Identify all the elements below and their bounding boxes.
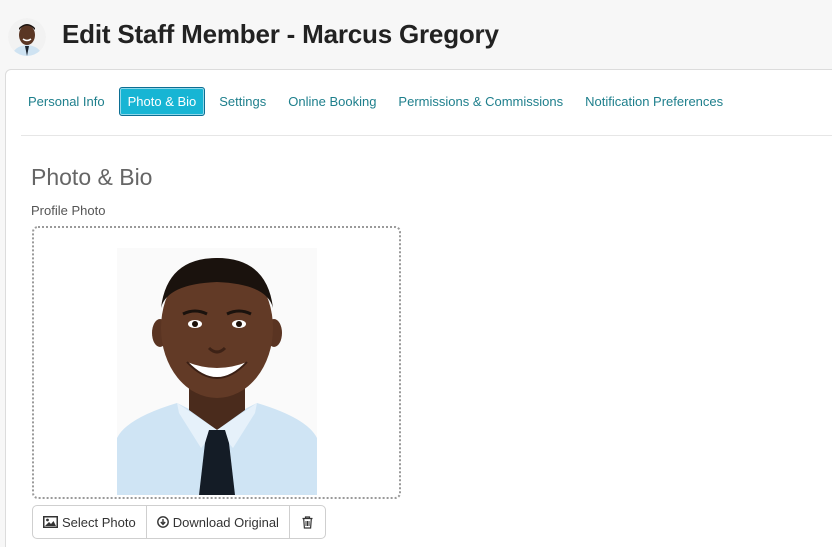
avatar — [8, 18, 46, 56]
delete-photo-button[interactable] — [290, 506, 325, 538]
download-original-button[interactable]: Download Original — [147, 506, 290, 538]
profile-photo — [117, 248, 317, 495]
tab-bar: Personal Info Photo & Bio Settings Onlin… — [20, 86, 737, 116]
photo-actions: Select Photo Download Original — [32, 505, 326, 539]
content-card: Personal Info Photo & Bio Settings Onlin… — [5, 69, 832, 547]
select-photo-label: Select Photo — [62, 514, 136, 530]
tab-online-booking[interactable]: Online Booking — [280, 88, 384, 115]
image-icon — [43, 516, 58, 528]
tab-personal-info[interactable]: Personal Info — [20, 88, 113, 115]
tab-permissions-commissions[interactable]: Permissions & Commissions — [390, 88, 571, 115]
download-circle-icon — [156, 516, 169, 528]
section-title: Photo & Bio — [31, 164, 153, 190]
profile-photo-dropzone[interactable] — [32, 226, 401, 499]
page-header: Edit Staff Member - Marcus Gregory — [0, 0, 832, 70]
tab-settings[interactable]: Settings — [211, 88, 274, 115]
tab-notification-preferences[interactable]: Notification Preferences — [577, 88, 731, 115]
trash-icon — [302, 515, 313, 529]
download-original-label: Download Original — [172, 514, 279, 530]
tabs-divider — [21, 135, 832, 136]
profile-photo-label: Profile Photo — [31, 203, 106, 218]
page-title: Edit Staff Member - Marcus Gregory — [62, 19, 499, 49]
select-photo-button[interactable]: Select Photo — [33, 506, 147, 538]
tab-photo-bio[interactable]: Photo & Bio — [118, 86, 206, 116]
